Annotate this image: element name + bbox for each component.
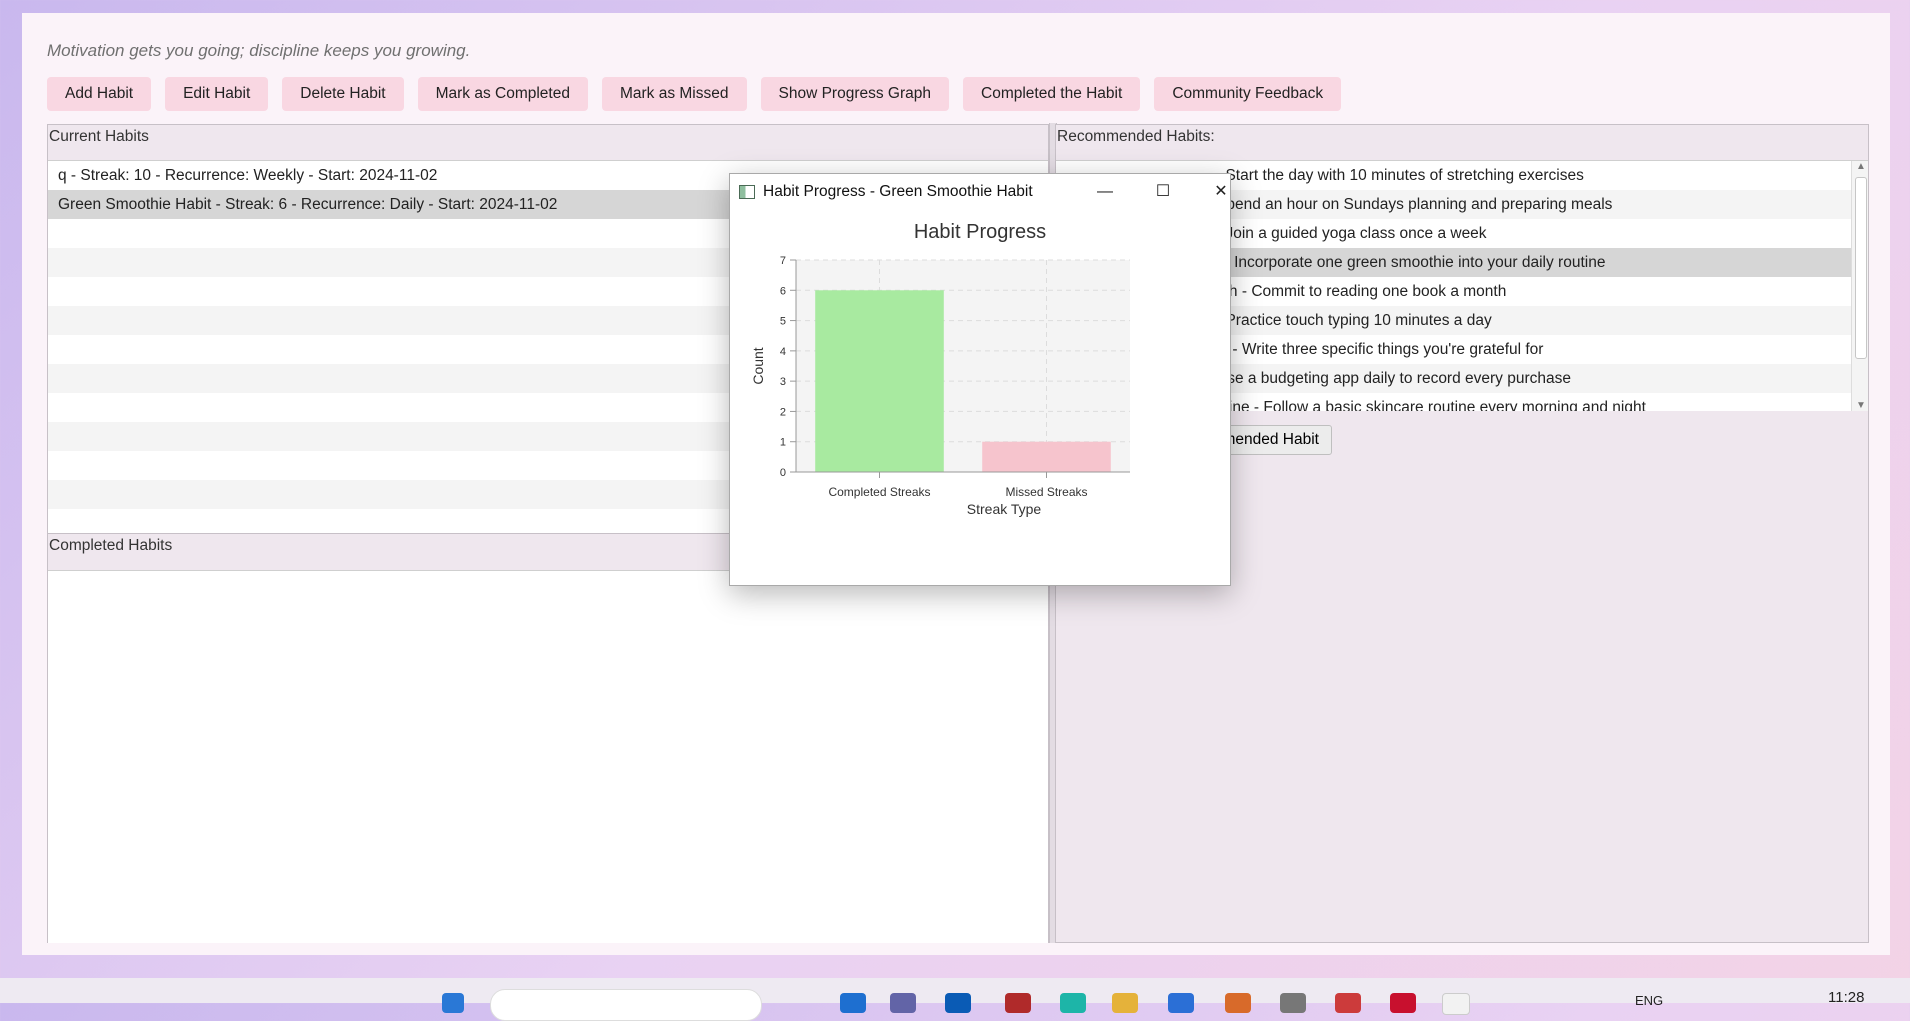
x-tick-label: Completed Streaks — [828, 485, 930, 499]
y-tick-label: 3 — [780, 376, 786, 388]
habit-progress-dialog: Habit Progress - Green Smoothie Habit — … — [729, 173, 1231, 586]
scroll-down-icon[interactable]: ▼ — [1856, 400, 1866, 411]
y-tick-label: 0 — [780, 467, 786, 479]
current-habits-title: Current Habits — [49, 128, 149, 145]
bar-completed-streaks — [815, 290, 944, 472]
completed-habits-panel: Completed Habits — [47, 533, 1049, 943]
y-tick-label: 1 — [780, 437, 786, 449]
toolbar: Add Habit Edit Habit Delete Habit Mark a… — [47, 77, 1342, 111]
clock[interactable]: 11:28 — [1828, 989, 1864, 1006]
recommended-habits-title: Recommended Habits: — [1057, 128, 1215, 145]
delete-habit-button[interactable]: Delete Habit — [282, 77, 404, 111]
app-red-icon[interactable] — [1005, 993, 1031, 1013]
language-indicator[interactable]: ENG — [1635, 993, 1663, 1008]
show-progress-graph-button[interactable]: Show Progress Graph — [760, 77, 949, 111]
app-gray-icon[interactable] — [1280, 993, 1306, 1013]
app-icon — [739, 185, 755, 199]
motivation-text: Motivation gets you going; discipline ke… — [47, 41, 471, 60]
maximize-icon[interactable]: ☐ — [1140, 178, 1186, 206]
y-tick-label: 6 — [780, 285, 786, 297]
edge-icon[interactable] — [840, 993, 866, 1013]
y-tick-label: 5 — [780, 316, 786, 328]
completed-habits-title: Completed Habits — [49, 537, 173, 554]
bar-missed-streaks — [982, 441, 1111, 472]
y-tick-label: 2 — [780, 406, 786, 418]
scroll-up-icon[interactable]: ▲ — [1856, 161, 1866, 172]
dialog-titlebar[interactable]: Habit Progress - Green Smoothie Habit — … — [730, 174, 1230, 210]
x-axis-label: Streak Type — [967, 501, 1042, 517]
calendar-icon[interactable] — [1168, 993, 1194, 1013]
app-java-icon[interactable] — [1442, 993, 1470, 1015]
recommended-scrollbar[interactable]: ▲ ▼ — [1851, 161, 1868, 411]
add-habit-button[interactable]: Add Habit — [47, 77, 152, 111]
y-tick-label: 4 — [780, 346, 786, 358]
edit-habit-button[interactable]: Edit Habit — [165, 77, 269, 111]
dialog-title: Habit Progress - Green Smoothie Habit — [763, 183, 1033, 200]
start-icon[interactable] — [442, 993, 464, 1013]
completed-habits-list[interactable] — [48, 570, 1048, 943]
folder-icon[interactable] — [1112, 993, 1138, 1013]
mark-missed-button[interactable]: Mark as Missed — [601, 77, 747, 111]
taskbar-search[interactable] — [490, 989, 762, 1021]
x-tick-label: Missed Streaks — [1005, 485, 1087, 499]
progress-bar-chart: Habit Progress 0 1 2 3 4 5 6 7 Completed Streak… — [750, 221, 1130, 517]
app-acrobat-icon[interactable] — [1390, 993, 1416, 1013]
close-icon[interactable]: ✕ — [1198, 178, 1244, 206]
minimize-icon[interactable]: — — [1082, 178, 1128, 206]
app-teal-icon[interactable] — [1060, 993, 1086, 1013]
teams-icon[interactable] — [890, 993, 916, 1013]
app-red2-icon[interactable] — [1335, 993, 1361, 1013]
app-orange-icon[interactable] — [1225, 993, 1251, 1013]
y-tick-label: 7 — [780, 255, 786, 267]
habit-tracker-window: Motivation gets you going; discipline ke… — [22, 13, 1890, 955]
community-feedback-button[interactable]: Community Feedback — [1154, 77, 1342, 111]
taskbar: ENG 11:28 — [0, 978, 1910, 1021]
y-axis-label: Count — [750, 347, 766, 384]
completed-habit-button[interactable]: Completed the Habit — [963, 77, 1141, 111]
outlook-icon[interactable] — [945, 993, 971, 1013]
scroll-thumb[interactable] — [1855, 177, 1867, 359]
chart-title: Habit Progress — [914, 221, 1046, 243]
mark-completed-button[interactable]: Mark as Completed — [417, 77, 588, 111]
